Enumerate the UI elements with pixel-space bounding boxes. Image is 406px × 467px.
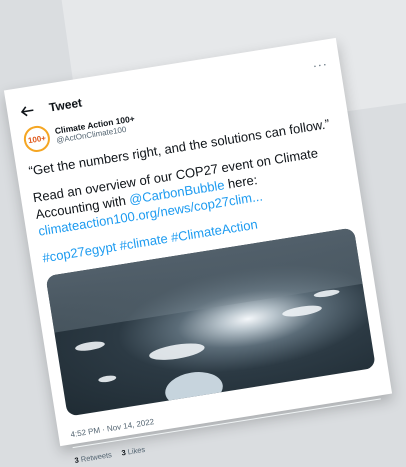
likes-label: Likes <box>127 445 146 457</box>
iceberg <box>162 368 226 412</box>
ice-floe <box>281 303 323 320</box>
likes-count: 3 <box>120 448 127 458</box>
ice-floe <box>98 374 117 384</box>
tweet-card: Tweet ··· 100+ Climate Action 100+ @ActO… <box>3 37 393 465</box>
retweets-stat[interactable]: 3 Retweets <box>74 451 112 466</box>
retweets-count: 3 <box>74 455 80 466</box>
more-icon[interactable]: ··· <box>312 57 329 73</box>
tweet-stats: 3 Retweets 3 Likes <box>74 408 384 466</box>
likes-stat[interactable]: 3 Likes <box>121 445 146 458</box>
ice-floe <box>74 340 106 353</box>
page-title: Tweet <box>48 95 83 115</box>
retweets-label: Retweets <box>80 450 113 465</box>
arrow-left-icon[interactable] <box>18 102 36 120</box>
ice-floe <box>148 340 206 364</box>
avatar[interactable]: 100+ <box>22 124 52 154</box>
